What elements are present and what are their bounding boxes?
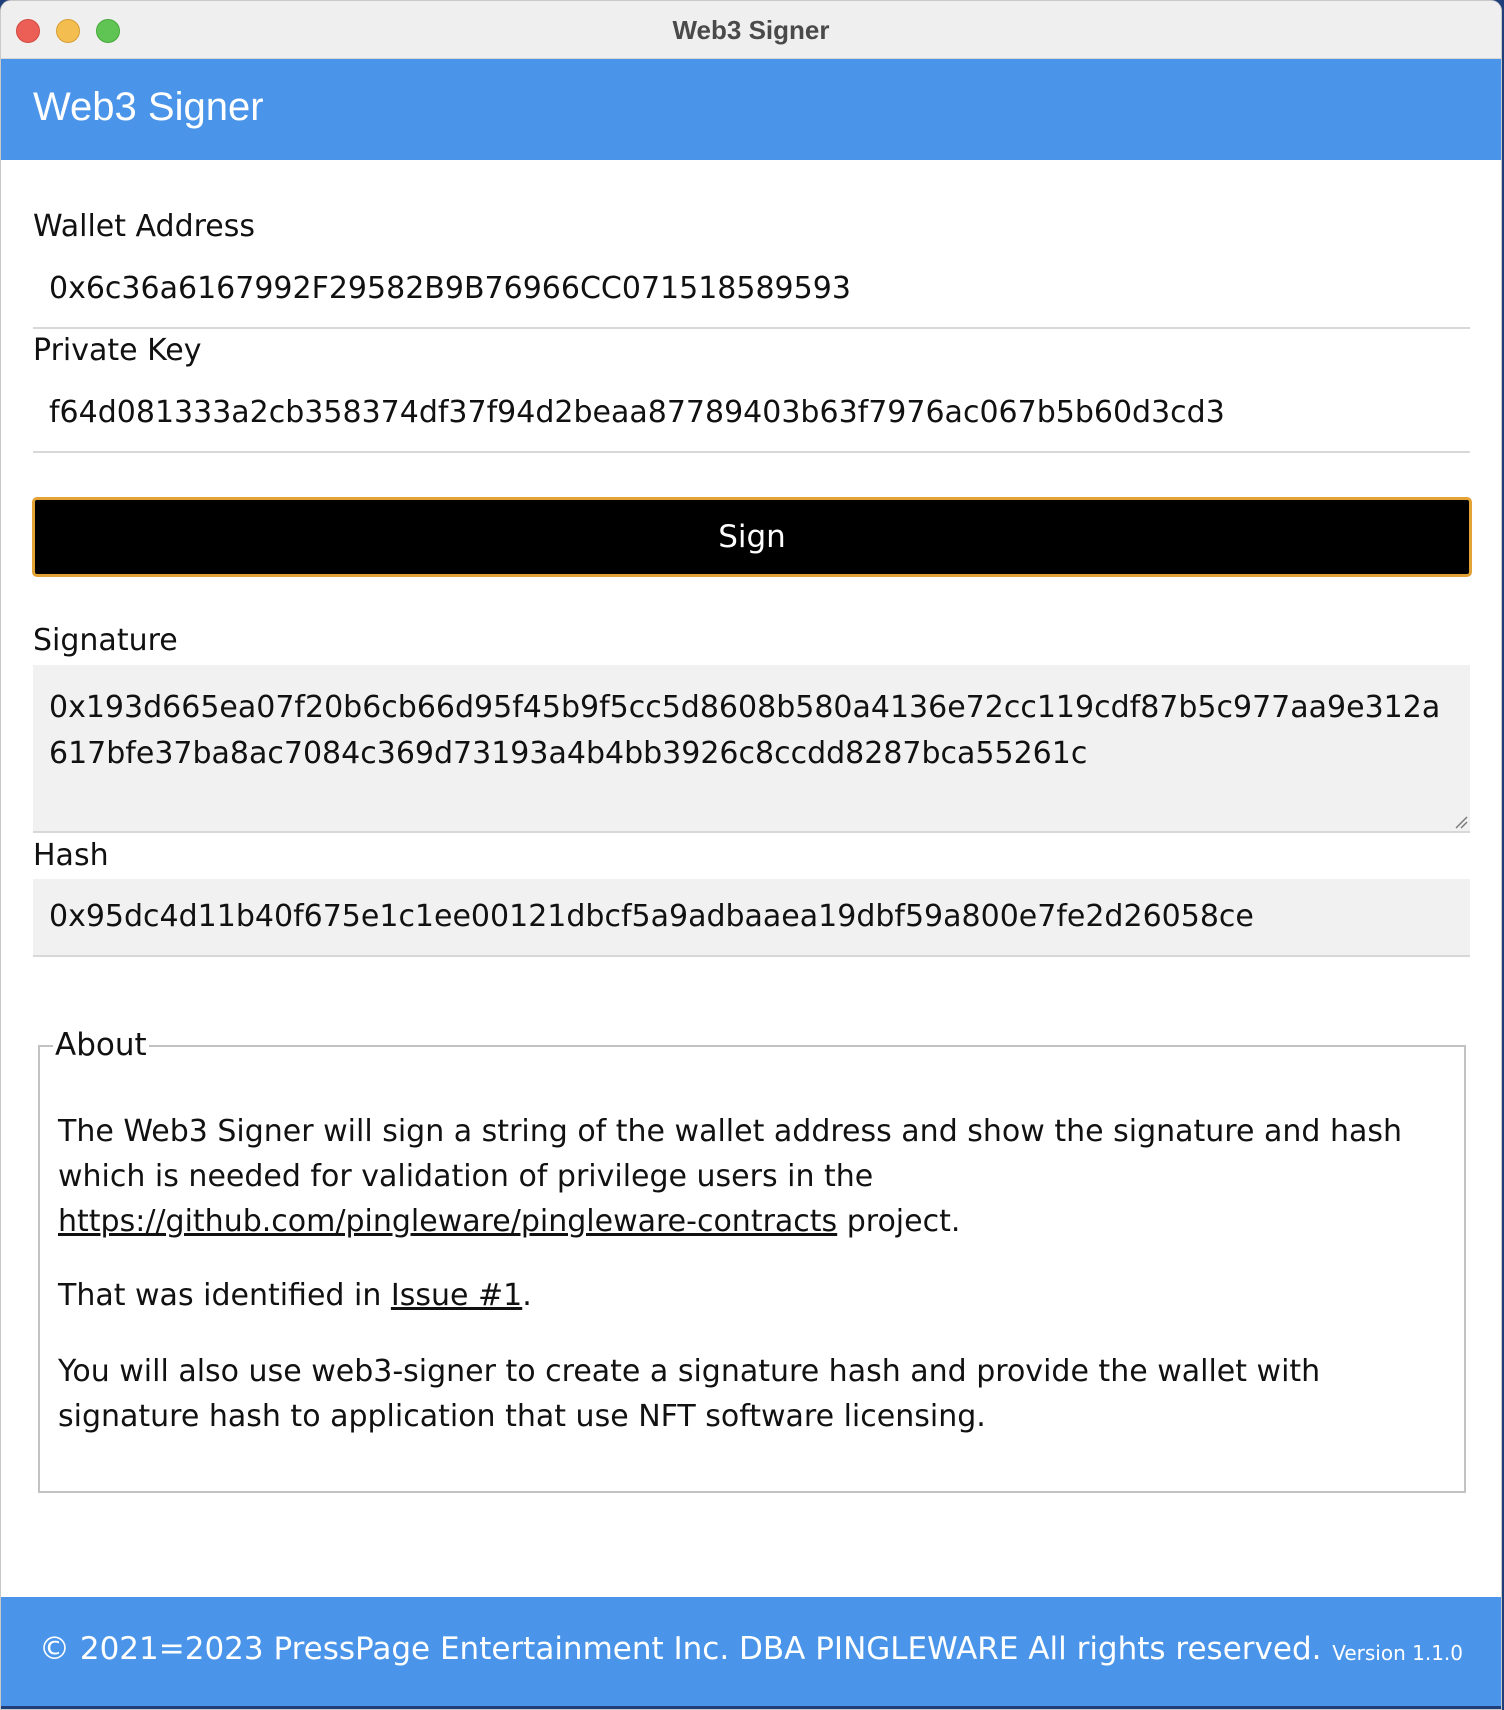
wallet-address-label: Wallet Address — [33, 209, 256, 244]
about-paragraph-2-prefix: That was identified in — [58, 1278, 391, 1313]
signature-value: 0x193d665ea07f20b6cb66d95f45b9f5cc5d8608… — [49, 690, 1441, 771]
signature-label: Signature — [33, 623, 178, 658]
about-paragraph-1: The Web3 Signer will sign a string of th… — [58, 1109, 1458, 1244]
sign-button-label: Sign — [718, 519, 786, 555]
about-paragraph-1-text: The Web3 Signer will sign a string of th… — [58, 1114, 1402, 1194]
window-titlebar[interactable]: Web3 Signer — [1, 1, 1501, 59]
app-window: Web3 Signer Web3 Signer Wallet Address 0… — [0, 0, 1502, 1710]
footer-copyright: © 2021=2023 PressPage Entertainment Inc.… — [39, 1631, 1322, 1667]
private-key-field[interactable]: f64d081333a2cb358374df37f94d2beaa8778940… — [33, 389, 1470, 453]
issue-link[interactable]: Issue #1 — [391, 1278, 522, 1313]
about-paragraph-3: You will also use web3-signer to create … — [58, 1354, 1321, 1434]
signature-textarea[interactable]: 0x193d665ea07f20b6cb66d95f45b9f5cc5d8608… — [33, 665, 1470, 833]
window-title: Web3 Signer — [672, 15, 830, 45]
page-title: Web3 Signer — [33, 85, 264, 129]
about-paragraph-2-suffix: . — [522, 1278, 532, 1313]
sign-button[interactable]: Sign — [32, 497, 1472, 577]
background-window-edge — [1, 1706, 1501, 1709]
about-paragraph-1-suffix: project. — [837, 1204, 961, 1239]
private-key-label: Private Key — [33, 333, 202, 368]
footer: © 2021=2023 PressPage Entertainment Inc.… — [1, 1597, 1501, 1706]
app-header: Web3 Signer — [1, 59, 1501, 160]
github-link[interactable]: https://github.com/pingleware/pingleware… — [58, 1204, 837, 1239]
hash-label: Hash — [33, 838, 109, 873]
resize-grip-icon[interactable] — [1454, 815, 1468, 829]
about-legend: About — [53, 1027, 149, 1063]
about-paragraph-2: That was identified in Issue #1. — [58, 1273, 1458, 1318]
wallet-address-field[interactable]: 0x6c36a6167992F29582B9B76966CC0715185895… — [33, 265, 1470, 329]
hash-field[interactable]: 0x95dc4d11b40f675e1c1ee00121dbcf5a9adbaa… — [33, 879, 1470, 957]
footer-version: Version 1.1.0 — [1332, 1641, 1463, 1665]
